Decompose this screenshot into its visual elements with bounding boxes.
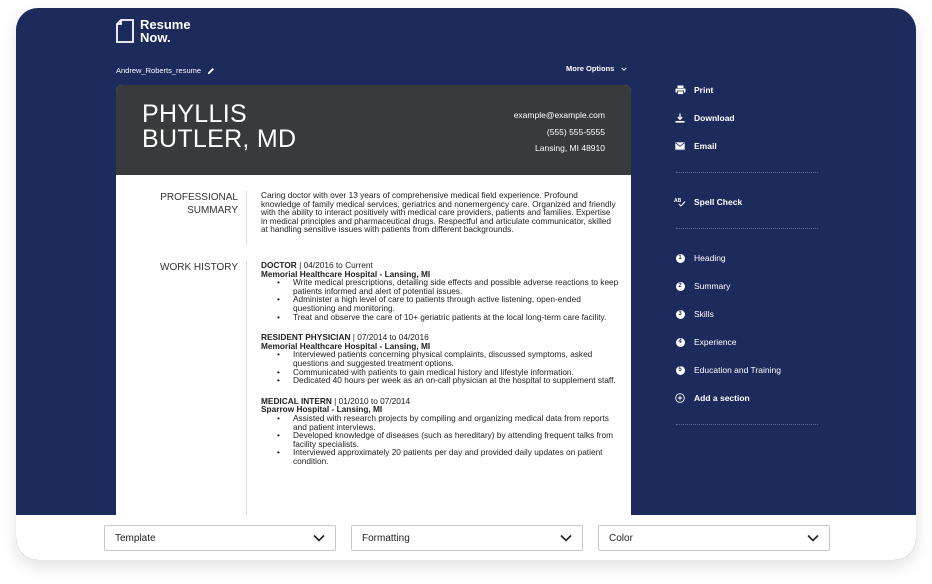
print-button[interactable]: Print — [674, 84, 713, 96]
resume-preview[interactable]: PHYLLIS BUTLER, MD example@example.com (… — [116, 85, 631, 515]
template-dropdown[interactable]: Template — [104, 525, 336, 551]
job-bullets: Write medical prescriptions, detailing s… — [277, 278, 619, 321]
logo-line2: Now. — [140, 30, 171, 45]
template-label: Template — [115, 532, 156, 544]
chevron-down-icon — [621, 66, 628, 71]
section-nav-label: Skills — [694, 309, 714, 319]
job-bullets: Interviewed patients concerning physical… — [277, 350, 619, 384]
work-history-section: WORK HISTORY DOCTOR | 04/2016 to Current… — [116, 261, 631, 515]
divider — [676, 424, 818, 425]
resume-name: PHYLLIS BUTLER, MD — [142, 102, 296, 152]
section-nav-label: Heading — [694, 253, 726, 263]
download-button[interactable]: Download — [674, 112, 735, 124]
document-filename[interactable]: Andrew_Roberts_resume — [116, 66, 215, 75]
color-label: Color — [609, 532, 633, 544]
step-number-badge: 1 — [675, 253, 685, 263]
formatting-dropdown[interactable]: Formatting — [351, 525, 583, 551]
section-divider — [246, 191, 247, 245]
bottom-toolbar: Template Formatting Color — [16, 515, 916, 560]
name-line1: PHYLLIS — [142, 100, 247, 128]
app-frame: Resume Now. Andrew_Roberts_resume More O… — [16, 8, 916, 560]
summary-text: Caring doctor with over 13 years of comp… — [261, 190, 616, 235]
section-nav-label: Education and Training — [694, 365, 781, 375]
plus-circle-icon — [674, 392, 686, 404]
formatting-label: Formatting — [362, 532, 410, 544]
section-nav-summary[interactable]: 2 Summary — [674, 280, 730, 292]
step-number-badge: 4 — [675, 337, 685, 347]
filename-text: Andrew_Roberts_resume — [116, 66, 202, 75]
color-dropdown[interactable]: Color — [598, 525, 830, 551]
contact-phone: (555) 555-5555 — [546, 126, 605, 137]
summary-section-title: PROFESSIONAL SUMMARY — [116, 191, 238, 217]
job-entry: RESIDENT PHYSICIAN | 07/2014 to 04/2016 M… — [261, 333, 619, 385]
resume-now-logo[interactable]: Resume Now. — [116, 18, 191, 44]
job-bullet: Assisted with research projects by compi… — [277, 414, 619, 431]
download-icon — [674, 112, 686, 124]
step-number-badge: 2 — [675, 281, 685, 291]
add-section-button[interactable]: Add a section — [674, 392, 750, 404]
email-label: Email — [694, 141, 717, 151]
envelope-icon — [674, 140, 686, 152]
job-bullet: Write medical prescriptions, detailing s… — [277, 278, 619, 295]
more-options-label: More Options — [566, 64, 615, 73]
divider — [676, 172, 818, 173]
job-entry: DOCTOR | 04/2016 to Current Memorial Heal… — [261, 261, 619, 321]
job-bullet: Interviewed approximately 20 patients pe… — [277, 448, 619, 465]
spell-check-label: Spell Check — [694, 197, 743, 207]
section-divider — [246, 261, 247, 515]
logo-text: Resume Now. — [140, 18, 191, 44]
section-nav-skills[interactable]: 3 Skills — [674, 308, 714, 320]
section-nav-label: Summary — [694, 281, 731, 291]
add-section-label: Add a section — [694, 393, 750, 403]
job-entry: MEDICAL INTERN | 01/2010 to 07/2014 Sparr… — [261, 396, 619, 466]
more-options-button[interactable]: More Options — [566, 64, 628, 73]
chevron-down-icon — [560, 534, 572, 542]
job-bullet: Interviewed patients concerning physical… — [277, 350, 619, 367]
step-number-badge: 3 — [675, 309, 685, 319]
section-nav-education[interactable]: 5 Education and Training — [674, 364, 781, 376]
download-label: Download — [694, 113, 735, 123]
contact-email: example@example.com — [513, 110, 605, 120]
work-history-title: WORK HISTORY — [160, 262, 238, 273]
job-bullet: Administer a high level of care to patie… — [277, 295, 619, 312]
job-bullet: Treat and observe the care of 10+ geriat… — [277, 312, 619, 322]
step-number-badge: 5 — [675, 365, 685, 375]
svg-text:AB: AB — [674, 198, 682, 204]
job-bullet: Developed knowledge of diseases (such as… — [277, 431, 619, 448]
resume-contact: example@example.com (555) 555-5555 Lansi… — [514, 107, 605, 157]
job-bullets: Assisted with research projects by compi… — [277, 414, 619, 466]
summary-title-line1: PROFESSIONAL — [160, 192, 238, 203]
spell-check-button[interactable]: AB Spell Check — [674, 196, 742, 208]
section-nav-label: Experience — [694, 337, 737, 347]
pencil-icon[interactable] — [207, 67, 215, 75]
section-nav-heading[interactable]: 1 Heading — [674, 252, 726, 264]
printer-icon — [674, 84, 686, 96]
chevron-down-icon — [807, 534, 819, 542]
document-logo-icon — [116, 19, 134, 43]
print-label: Print — [694, 85, 714, 95]
divider — [676, 228, 818, 229]
spell-check-icon: AB — [674, 196, 686, 208]
resume-header: PHYLLIS BUTLER, MD example@example.com (… — [116, 85, 631, 175]
jobs-list: DOCTOR | 04/2016 to Current Memorial Heal… — [261, 261, 619, 477]
chevron-down-icon — [313, 534, 325, 542]
summary-section: PROFESSIONAL SUMMARY Caring doctor with … — [116, 191, 631, 251]
summary-title-line2: SUMMARY — [187, 205, 238, 216]
contact-location: Lansing, MI 48910 — [535, 143, 605, 153]
email-button[interactable]: Email — [674, 140, 717, 152]
section-nav-experience[interactable]: 4 Experience — [674, 336, 737, 348]
job-bullet: Dedicated 40 hours per week as an on-cal… — [277, 376, 619, 385]
name-line2: BUTLER, MD — [142, 125, 297, 153]
